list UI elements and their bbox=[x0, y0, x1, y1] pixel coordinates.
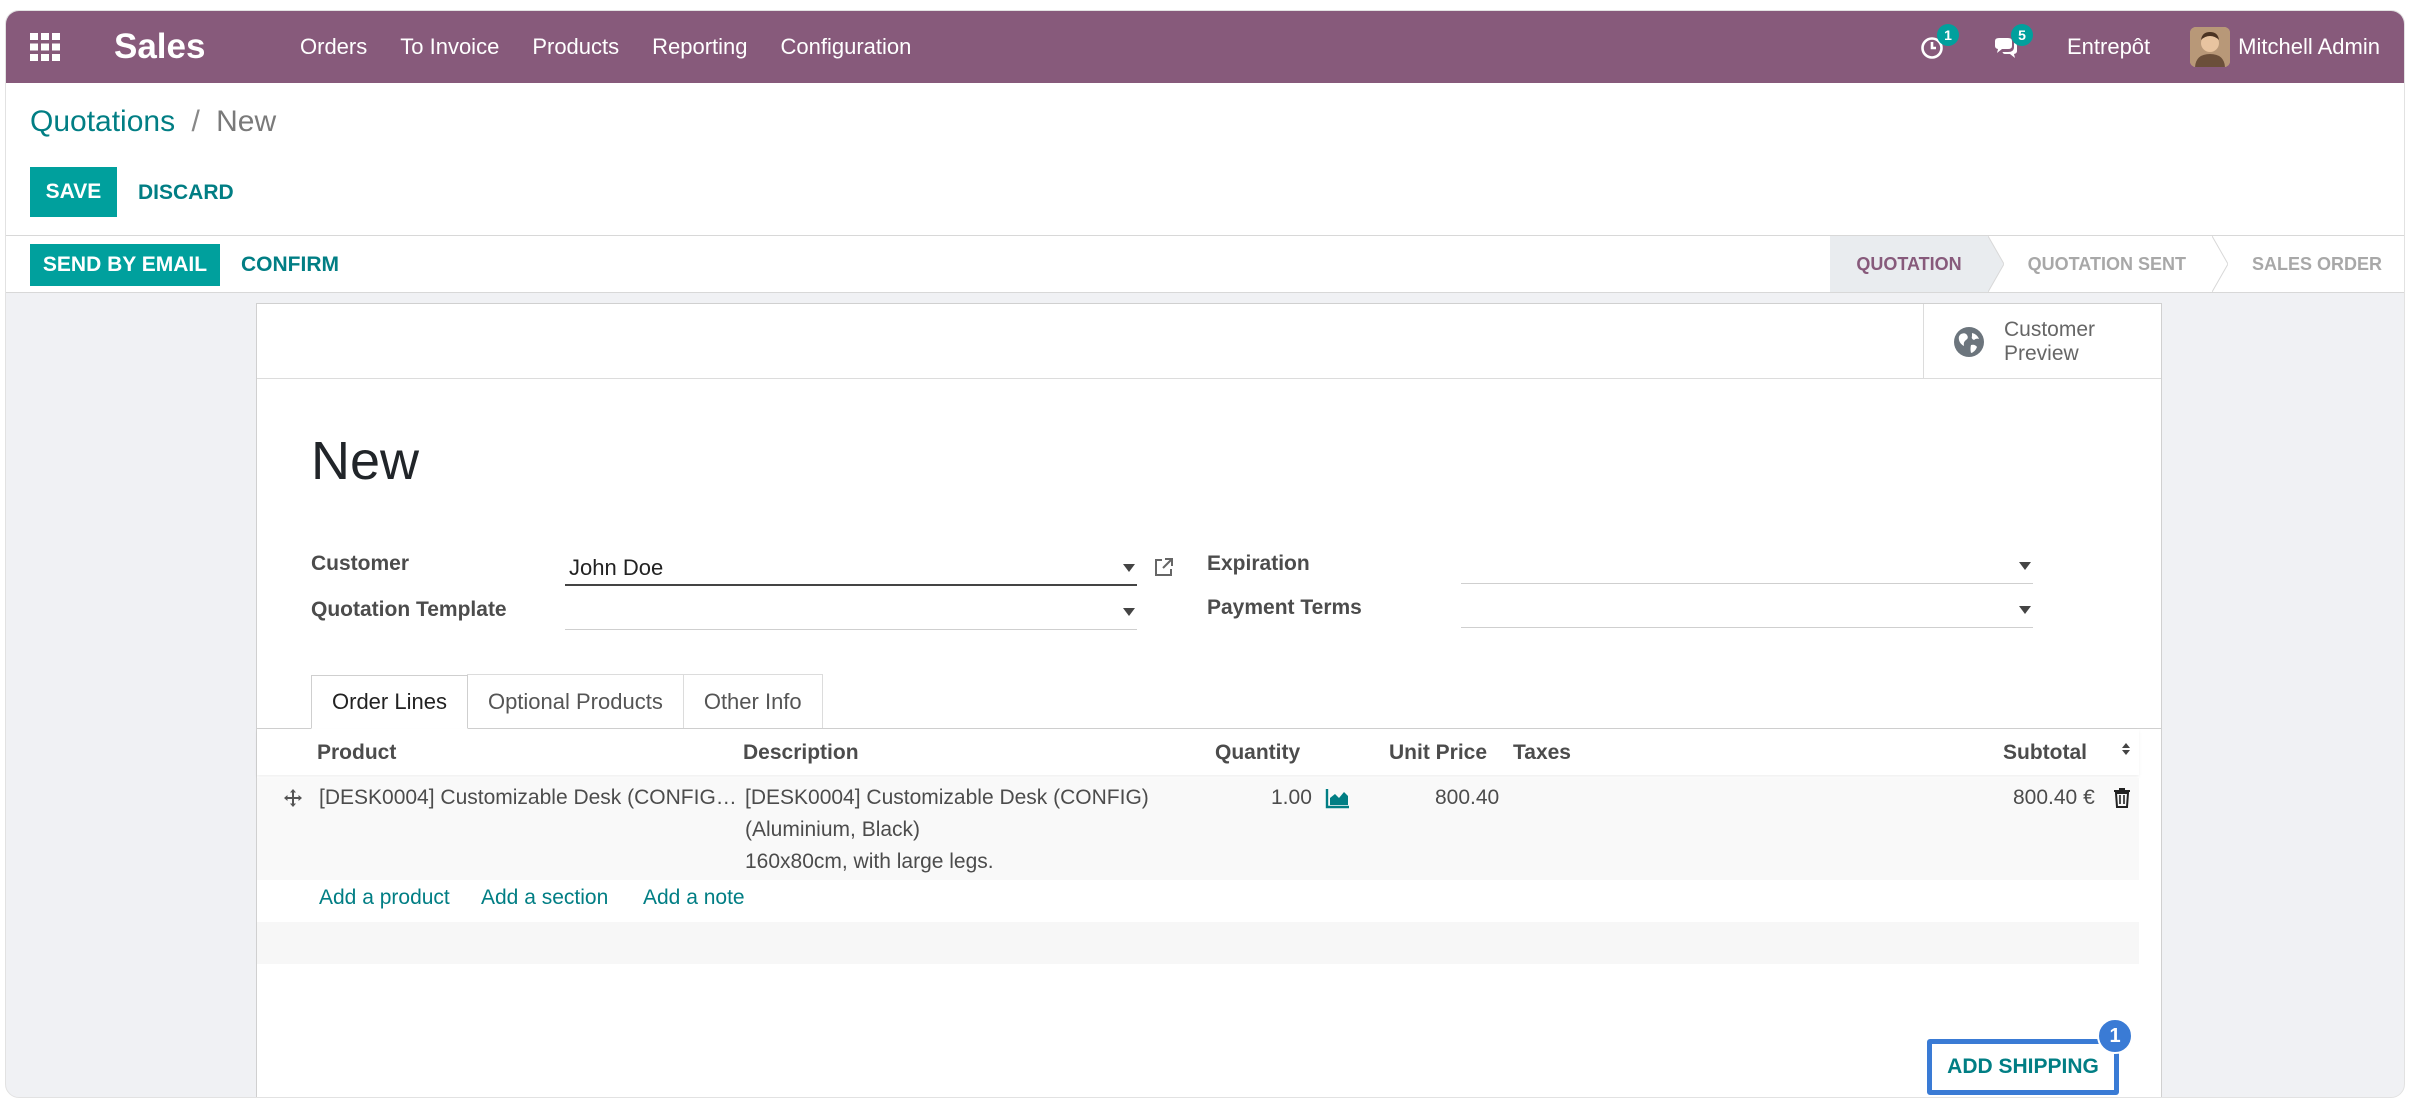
cell-description-line3[interactable]: 160x80cm, with large legs. bbox=[745, 846, 994, 878]
empty-table-row bbox=[257, 922, 2139, 964]
column-header-taxes[interactable]: Taxes bbox=[1513, 741, 1571, 765]
column-header-description[interactable]: Description bbox=[743, 741, 859, 765]
menu-item-reporting[interactable]: Reporting bbox=[652, 34, 747, 60]
cell-product[interactable]: [DESK0004] Customizable Desk (CONFIG… bbox=[319, 782, 737, 814]
notebook-tabs: Order Lines Optional Products Other Info bbox=[311, 674, 823, 729]
customer-label: Customer bbox=[311, 552, 410, 575]
quotation-template-field[interactable] bbox=[565, 596, 1137, 630]
add-line-row: Add a product Add a section Add a note bbox=[257, 880, 2139, 922]
send-by-email-button[interactable]: SEND BY EMAIL bbox=[30, 244, 220, 286]
status-steps: QUOTATION QUOTATION SENT SALES ORDER bbox=[1830, 236, 2404, 292]
step-badge: 1 bbox=[2097, 1018, 2133, 1054]
status-step-label: QUOTATION bbox=[1856, 253, 1962, 274]
top-navbar: Sales Orders To Invoice Products Reporti… bbox=[6, 11, 2404, 83]
tab-order-lines[interactable]: Order Lines bbox=[311, 675, 468, 729]
app-window: Sales Orders To Invoice Products Reporti… bbox=[5, 10, 2405, 1098]
optional-columns-icon[interactable] bbox=[2121, 739, 2131, 759]
expiration-field[interactable] bbox=[1461, 550, 2033, 584]
payment-terms-label: Payment Terms bbox=[1207, 596, 1362, 619]
messages-badge: 5 bbox=[2010, 24, 2033, 46]
status-step-label: QUOTATION SENT bbox=[2027, 253, 2186, 274]
company-switcher[interactable]: Entrepôt bbox=[2067, 34, 2150, 60]
customer-value: John Doe bbox=[569, 555, 664, 580]
status-step-quotation[interactable]: QUOTATION bbox=[1830, 236, 2004, 292]
control-panel: Quotations / New SAVE DISCARD bbox=[6, 83, 2404, 236]
status-step-quotation-sent[interactable]: QUOTATION SENT bbox=[1987, 236, 2228, 292]
breadcrumb: Quotations / New bbox=[30, 105, 276, 139]
messages-button[interactable]: 5 bbox=[1993, 24, 2033, 62]
tab-optional-products[interactable]: Optional Products bbox=[466, 674, 684, 728]
caret-down-icon[interactable] bbox=[2019, 562, 2031, 570]
customer-field[interactable]: John Doe bbox=[565, 552, 1137, 586]
page-title: New bbox=[311, 431, 420, 491]
chevron-right-icon bbox=[1987, 236, 2004, 292]
button-box: Customer Preview bbox=[257, 304, 2161, 379]
avatar bbox=[2190, 27, 2231, 67]
breadcrumb-quotations[interactable]: Quotations bbox=[30, 105, 175, 138]
menu-item-configuration[interactable]: Configuration bbox=[781, 34, 912, 60]
cell-quantity[interactable]: 1.00 bbox=[1271, 782, 1312, 814]
cell-description-line2[interactable]: (Aluminium, Black) bbox=[745, 814, 920, 846]
cell-description-line1[interactable]: [DESK0004] Customizable Desk (CONFIG) bbox=[745, 782, 1149, 814]
save-button[interactable]: SAVE bbox=[30, 167, 117, 217]
expiration-label: Expiration bbox=[1207, 552, 1310, 575]
main-menu: Orders To Invoice Products Reporting Con… bbox=[300, 11, 944, 83]
form-sheet: Customer Preview New Customer John Doe Q… bbox=[256, 303, 2162, 1097]
user-menu[interactable]: Mitchell Admin bbox=[2190, 27, 2380, 67]
menu-item-products[interactable]: Products bbox=[532, 34, 619, 60]
customer-preview-button[interactable]: Customer Preview bbox=[1923, 304, 2161, 379]
customer-preview-label: Customer Preview bbox=[2004, 318, 2124, 366]
apps-menu-icon[interactable] bbox=[30, 33, 60, 61]
caret-down-icon[interactable] bbox=[1123, 564, 1135, 572]
activity-button[interactable]: 1 bbox=[1919, 24, 1959, 62]
quotation-template-label: Quotation Template bbox=[311, 598, 507, 621]
menu-item-orders[interactable]: Orders bbox=[300, 34, 367, 60]
customer-preview-line1: Customer bbox=[2004, 317, 2096, 341]
customer-preview-line2: Preview bbox=[2004, 341, 2079, 365]
tab-other-info[interactable]: Other Info bbox=[682, 674, 823, 728]
column-header-quantity[interactable]: Quantity bbox=[1215, 741, 1300, 765]
column-header-product[interactable]: Product bbox=[317, 741, 396, 765]
trash-icon[interactable] bbox=[2113, 786, 2131, 808]
status-bar: SEND BY EMAIL CONFIRM QUOTATION QUOTATIO… bbox=[6, 236, 2404, 293]
cell-subtotal: 800.40 € bbox=[2013, 786, 2095, 809]
user-name: Mitchell Admin bbox=[2238, 34, 2380, 59]
status-step-sales-order[interactable]: SALES ORDER bbox=[2211, 236, 2404, 292]
add-section-link[interactable]: Add a section bbox=[481, 886, 608, 910]
payment-terms-field[interactable] bbox=[1461, 594, 2033, 628]
table-row[interactable]: [DESK0004] Customizable Desk (CONFIG… [D… bbox=[257, 778, 2139, 880]
app-name[interactable]: Sales bbox=[114, 27, 205, 67]
globe-icon bbox=[1954, 326, 1984, 357]
area-chart-icon[interactable] bbox=[1325, 787, 1351, 809]
add-product-link[interactable]: Add a product bbox=[319, 886, 450, 910]
status-step-label: SALES ORDER bbox=[2251, 253, 2382, 274]
breadcrumb-separator: / bbox=[191, 105, 200, 138]
breadcrumb-current: New bbox=[216, 105, 277, 138]
external-link-icon[interactable] bbox=[1153, 556, 1175, 578]
activity-badge: 1 bbox=[1936, 24, 1959, 46]
navbar-systray: 1 5 Entrepôt Mitchell Admin bbox=[1919, 11, 2380, 83]
column-header-subtotal[interactable]: Subtotal bbox=[2003, 741, 2087, 765]
add-shipping-button[interactable]: ADD SHIPPING bbox=[1927, 1039, 2119, 1095]
discard-button[interactable]: DISCARD bbox=[138, 181, 234, 205]
add-note-link[interactable]: Add a note bbox=[643, 886, 745, 910]
chevron-right-icon bbox=[2211, 236, 2228, 292]
caret-down-icon[interactable] bbox=[1123, 608, 1135, 616]
menu-item-to-invoice[interactable]: To Invoice bbox=[400, 34, 499, 60]
confirm-button[interactable]: CONFIRM bbox=[241, 253, 339, 277]
order-lines-header: Product Description Quantity Unit Price … bbox=[257, 729, 2139, 775]
drag-handle-icon[interactable] bbox=[283, 788, 303, 808]
column-header-unit-price[interactable]: Unit Price bbox=[1389, 741, 1487, 765]
cell-unit-price[interactable]: 800.40 bbox=[1435, 782, 1499, 814]
caret-down-icon[interactable] bbox=[2019, 606, 2031, 614]
